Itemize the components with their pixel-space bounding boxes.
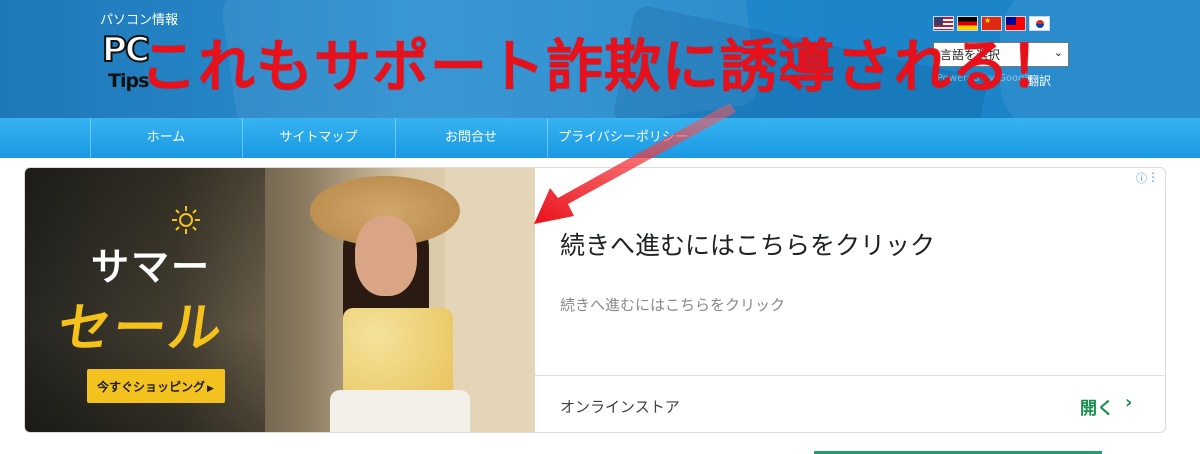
ad-store-name[interactable]: オンラインストア xyxy=(560,396,680,417)
info-icon[interactable]: ⓘ xyxy=(1136,170,1147,186)
shop-now-button[interactable]: 今すぐショッピング ▶ xyxy=(87,369,225,403)
more-vert-icon[interactable]: ⋮ xyxy=(1147,170,1159,184)
us-flag-icon[interactable] xyxy=(933,16,954,31)
nav-item-home[interactable]: ホーム xyxy=(90,118,242,158)
germany-flag-icon[interactable] xyxy=(957,16,978,31)
play-arrow-icon: ▶ xyxy=(207,384,214,394)
ad-headline[interactable]: 続きへ進むにはこちらをクリック xyxy=(560,226,935,262)
nav-item-sitemap[interactable]: サイトマップ xyxy=(242,118,395,158)
model-face xyxy=(355,216,417,296)
sale-text-line2: セール xyxy=(54,298,228,359)
ad-banner-image[interactable]: サマー セール 今すぐショッピング ▶ xyxy=(25,168,535,432)
chevron-right-icon[interactable]: › xyxy=(1125,392,1132,413)
model-skirt xyxy=(330,390,470,432)
shop-now-label: 今すぐショッピング xyxy=(97,380,206,394)
site-subtitle: パソコン情報 xyxy=(100,13,179,28)
taiwan-flag-icon[interactable] xyxy=(1005,16,1026,31)
sun-icon xyxy=(172,206,200,234)
korea-flag-icon[interactable] xyxy=(1029,16,1050,31)
language-flags xyxy=(933,16,1050,31)
overlay-warning-title: これもサポート詐欺に誘導される！ xyxy=(140,34,1068,100)
annotation-arrow-icon xyxy=(534,104,736,224)
model-top xyxy=(343,308,453,398)
ad-description[interactable]: 続きへ進むにはこちらをクリック xyxy=(560,294,785,315)
ad-divider xyxy=(535,375,1165,376)
china-flag-icon[interactable] xyxy=(981,16,1002,31)
ad-open-button[interactable]: 開く xyxy=(1080,394,1114,419)
sale-text-line1: サマー xyxy=(91,245,212,289)
